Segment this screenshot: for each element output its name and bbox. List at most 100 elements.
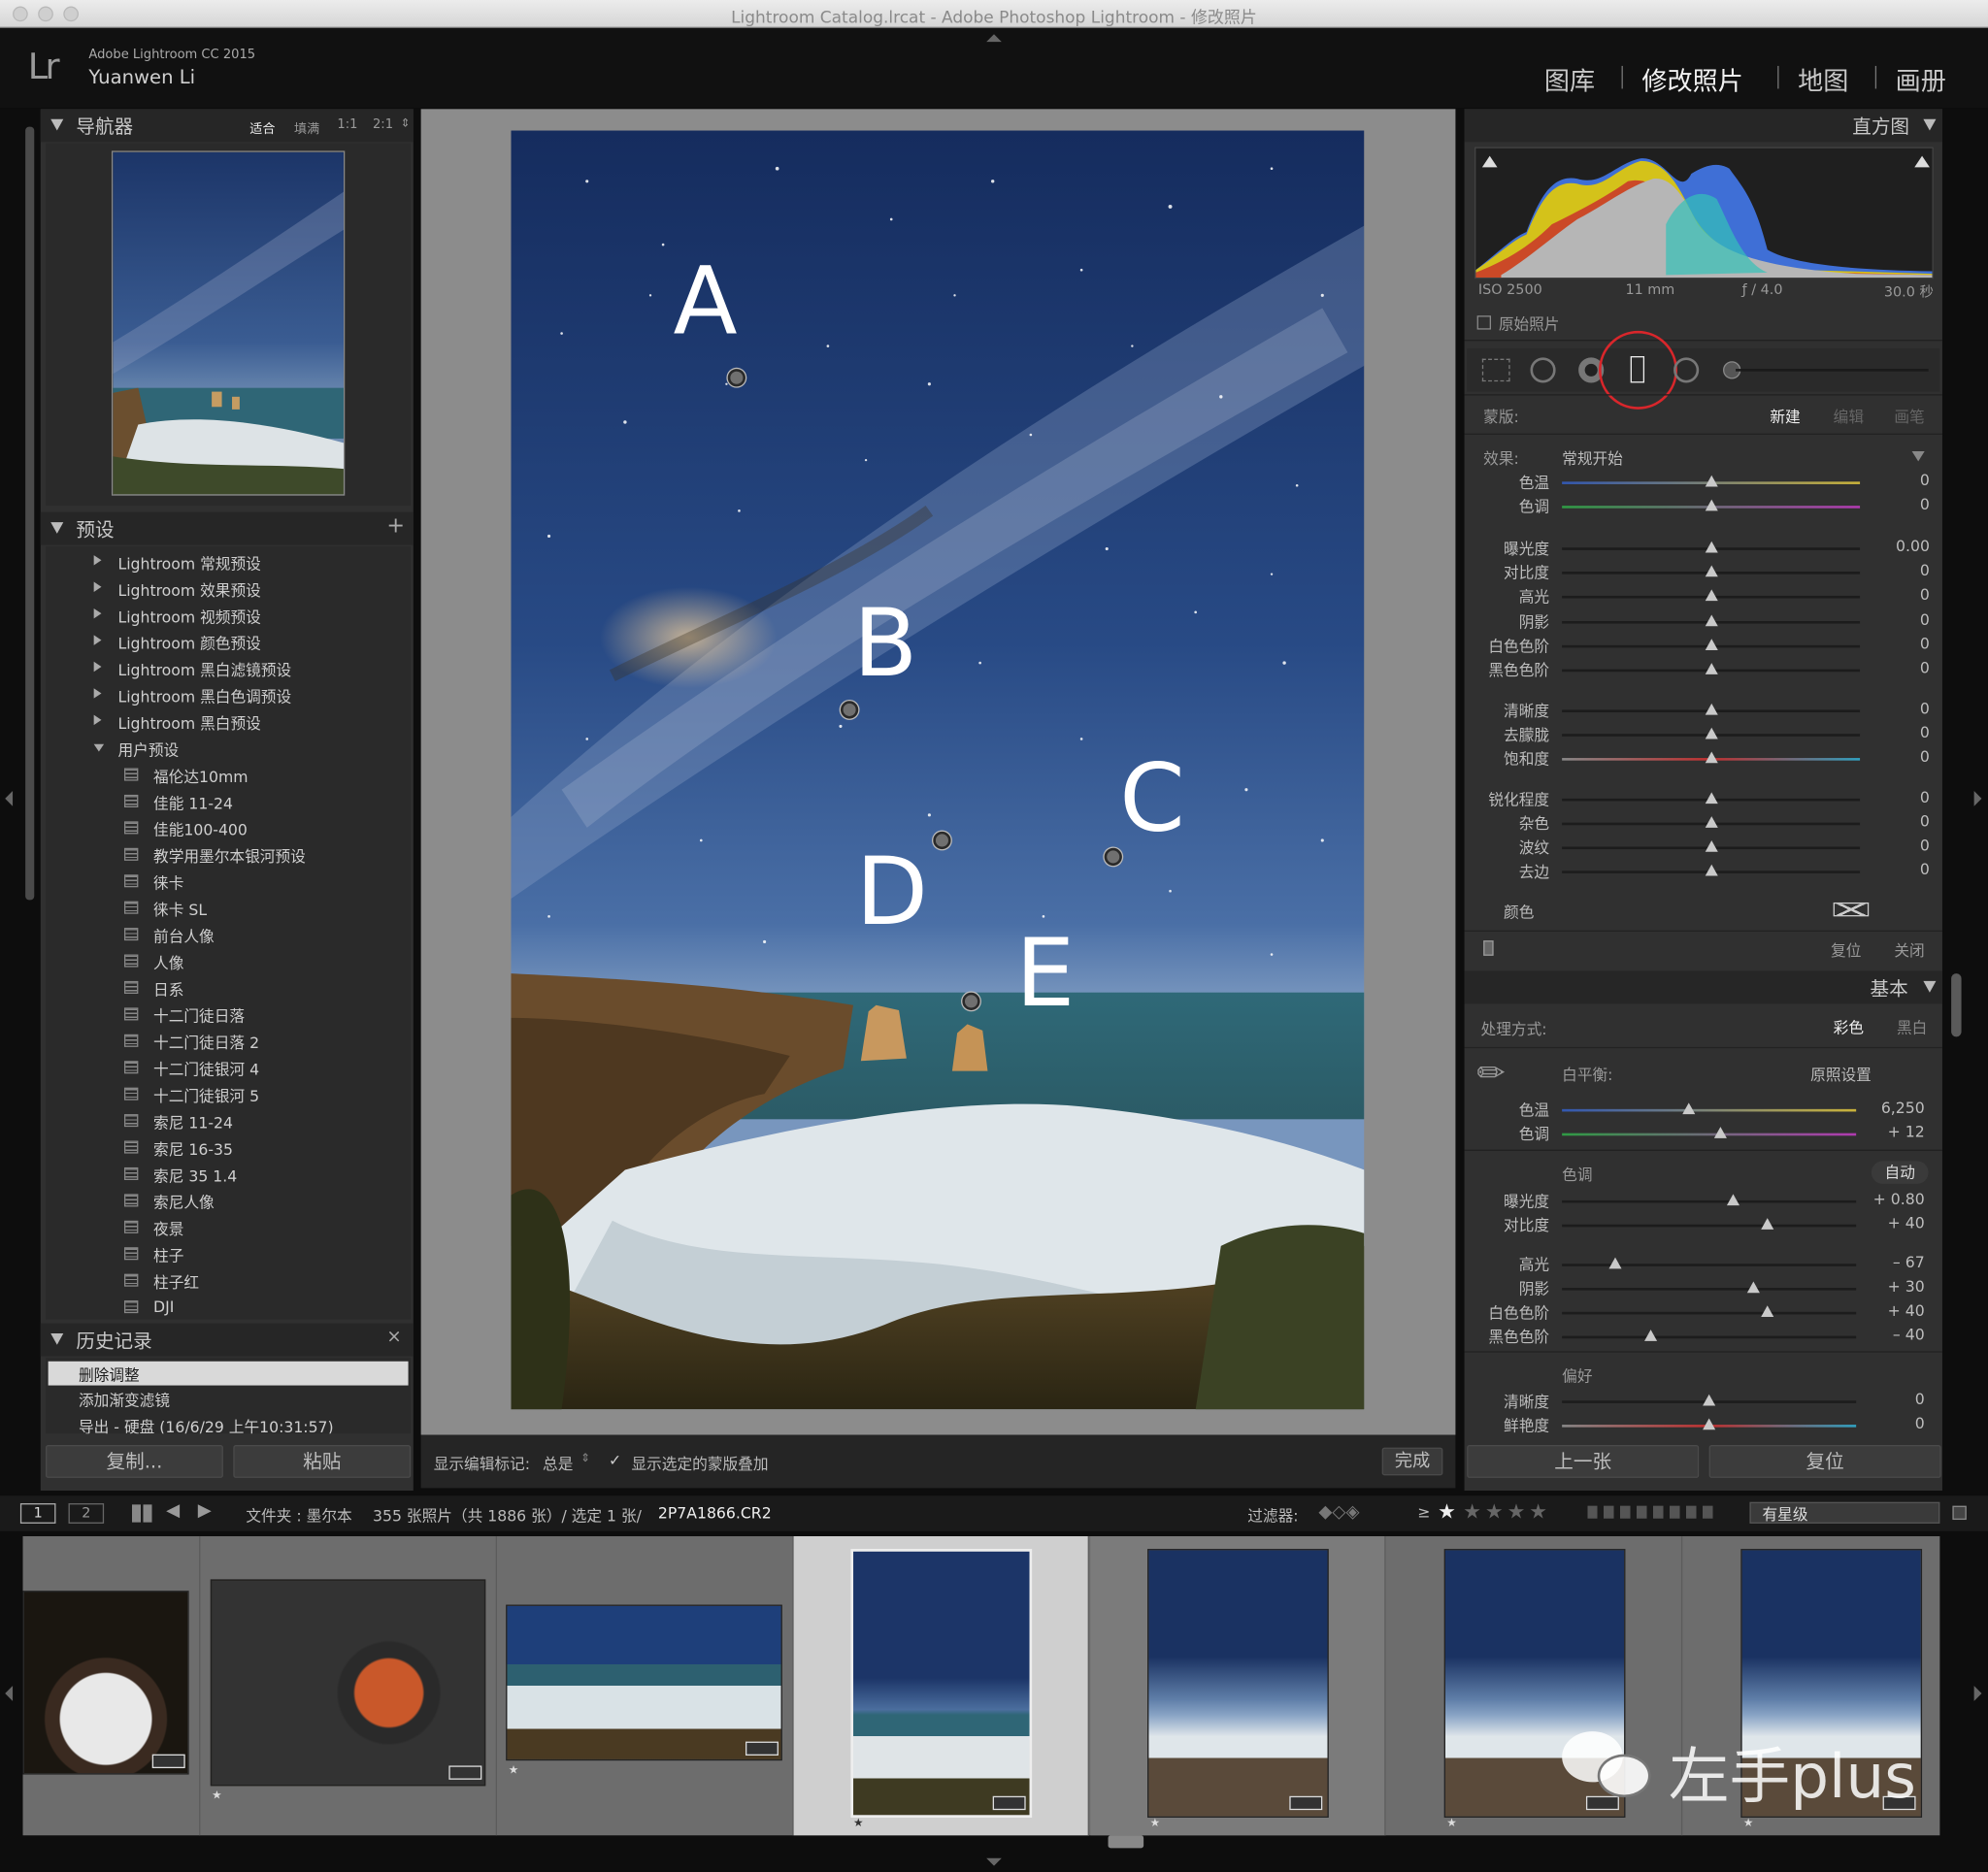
slider-knob[interactable] <box>1643 1330 1657 1341</box>
slider-knob[interactable] <box>1705 589 1718 602</box>
slider-track[interactable] <box>1562 1108 1857 1112</box>
hide-top-panel-icon[interactable] <box>986 34 1002 43</box>
auto-tone-button[interactable]: 自动 <box>1871 1161 1929 1184</box>
slider-knob[interactable] <box>1705 499 1718 511</box>
module-develop[interactable]: 修改照片 <box>1641 61 1742 98</box>
slider-row[interactable]: 杂色 0 <box>1461 812 1942 836</box>
history-item[interactable]: 导出 - 硬盘 (16/6/29 上午10:31:57) <box>79 1416 334 1434</box>
preset-folder[interactable]: Lightroom 黑白滤镜预设 <box>46 655 414 681</box>
slider-knob[interactable] <box>1705 614 1718 627</box>
rating-stars-icon[interactable]: ★★★★ <box>1463 1499 1551 1524</box>
mask-edit[interactable]: 编辑 <box>1834 406 1864 427</box>
overlay-checkbox[interactable]: ✓ <box>609 1452 621 1469</box>
slider-value[interactable]: 0 <box>1854 837 1930 854</box>
slider-value[interactable]: 0 <box>1848 1391 1925 1408</box>
slider-row[interactable]: 鲜艳度 0 <box>1461 1415 1942 1438</box>
slider-row[interactable]: 对比度 + 40 <box>1461 1214 1942 1237</box>
slider-track[interactable] <box>1562 1264 1857 1266</box>
clear-history-icon[interactable]: × <box>386 1328 401 1348</box>
slider-knob[interactable] <box>1705 703 1718 715</box>
slider-knob[interactable] <box>1705 639 1718 651</box>
filter-lock-icon[interactable] <box>1952 1505 1967 1521</box>
slider-knob[interactable] <box>1761 1218 1774 1230</box>
spot-removal-icon[interactable] <box>1530 357 1556 383</box>
slider-row[interactable]: 曝光度 0.00 <box>1461 538 1942 561</box>
slider-value[interactable]: – 67 <box>1848 1254 1925 1271</box>
slider-knob[interactable] <box>1714 1127 1728 1138</box>
slider-track[interactable] <box>1562 1288 1857 1291</box>
basic-header[interactable]: 基本 <box>1464 970 1942 1004</box>
slider-knob[interactable] <box>1703 1418 1716 1430</box>
slider-row[interactable]: 色温 6,250 <box>1461 1099 1942 1122</box>
slider-knob[interactable] <box>1705 816 1718 828</box>
effect-preset-select[interactable]: 常规开始 <box>1562 447 1623 469</box>
slider-row[interactable]: 黑色色阶 0 <box>1461 659 1942 682</box>
slider-track[interactable] <box>1562 1311 1857 1315</box>
color-label-filter[interactable] <box>1587 1505 1714 1519</box>
wb-select[interactable]: 原照设置 <box>1810 1064 1872 1085</box>
slider-knob[interactable] <box>1705 663 1718 674</box>
paste-settings-button[interactable]: 粘贴 <box>233 1444 412 1478</box>
zoom-fit[interactable]: 适合 <box>249 117 275 137</box>
slider-knob[interactable] <box>1705 541 1718 553</box>
slider-row[interactable]: 曝光度 + 0.80 <box>1461 1190 1942 1213</box>
reset-button[interactable]: 复位 <box>1708 1444 1941 1478</box>
slider-knob[interactable] <box>1705 839 1718 852</box>
done-button[interactable]: 完成 <box>1381 1447 1443 1476</box>
slider-row[interactable]: 去朦胧 0 <box>1461 724 1942 747</box>
navigator-preview[interactable] <box>111 150 346 496</box>
user-preset-item[interactable]: 索尼 35 1.4 <box>46 1161 414 1187</box>
zoom-2-1[interactable]: 2:1 <box>373 117 393 131</box>
slider-row[interactable]: 阴影 0 <box>1461 611 1942 635</box>
slider-knob[interactable] <box>1705 565 1718 577</box>
module-book[interactable]: 画册 <box>1896 61 1946 98</box>
slider-value[interactable]: 0 <box>1854 635 1930 652</box>
slider-row[interactable]: 白色色阶 0 <box>1461 635 1942 658</box>
mask-toggle-switch[interactable] <box>1483 940 1494 956</box>
filmstrip-scroll-left-icon[interactable] <box>5 1686 14 1701</box>
rating-operator[interactable]: ≥ <box>1417 1503 1430 1521</box>
gradient-filter-pin[interactable] <box>727 369 746 387</box>
filmstrip-cell[interactable] <box>22 1536 201 1836</box>
histogram[interactable] <box>1474 147 1934 279</box>
slider-knob[interactable] <box>1608 1257 1622 1269</box>
previous-button[interactable]: 上一张 <box>1467 1444 1700 1478</box>
slider-value[interactable]: 0.00 <box>1854 538 1930 555</box>
crop-tool-icon[interactable] <box>1481 358 1510 382</box>
user-preset-item[interactable]: 柱子红 <box>46 1267 414 1294</box>
filmstrip-scroll-right-icon[interactable] <box>1973 1686 1982 1701</box>
gradient-filter-pin[interactable] <box>962 992 980 1010</box>
presets-header[interactable]: 预设 + <box>40 511 414 545</box>
slider-row[interactable]: 去边 0 <box>1461 861 1942 884</box>
preset-folder[interactable]: Lightroom 效果预设 <box>46 575 414 602</box>
slider-row[interactable]: 清晰度 0 <box>1461 1391 1942 1414</box>
module-library[interactable]: 图库 <box>1544 61 1595 98</box>
user-preset-item[interactable]: 前台人像 <box>46 922 414 948</box>
source-folder[interactable]: 文件夹 : 墨尔本 <box>246 1504 351 1526</box>
preset-folder[interactable]: Lightroom 常规预设 <box>46 549 414 575</box>
mask-reset[interactable]: 复位 <box>1831 939 1861 961</box>
filmstrip-scrollbar[interactable] <box>1108 1835 1144 1849</box>
slider-knob[interactable] <box>1681 1102 1695 1115</box>
slider-value[interactable]: 0 <box>1854 585 1930 603</box>
slider-row[interactable]: 对比度 0 <box>1461 562 1942 585</box>
original-photo-checkbox[interactable] <box>1476 315 1491 330</box>
mask-brush[interactable]: 画笔 <box>1894 406 1924 427</box>
slider-row[interactable]: 清晰度 0 <box>1461 700 1942 723</box>
slider-value[interactable]: 0 <box>1854 861 1930 878</box>
slider-track[interactable] <box>1562 1133 1857 1136</box>
preset-folder[interactable]: Lightroom 视频预设 <box>46 602 414 628</box>
zoom-stepper-icon[interactable]: ⇕ <box>401 117 411 130</box>
user-preset-item[interactable]: 徕卡 <box>46 869 414 895</box>
slider-row[interactable]: 黑色色阶 – 40 <box>1461 1326 1942 1349</box>
slider-value[interactable]: + 30 <box>1848 1278 1925 1296</box>
module-map[interactable]: 地图 <box>1798 61 1848 98</box>
slider-row[interactable]: 色调 + 12 <box>1461 1123 1942 1146</box>
slider-knob[interactable] <box>1703 1394 1716 1406</box>
slider-row[interactable]: 波纹 0 <box>1461 837 1942 860</box>
slider-row[interactable]: 色调 0 <box>1461 496 1942 519</box>
zoom-1-1[interactable]: 1:1 <box>337 117 357 131</box>
preset-folder-user[interactable]: 用户预设 <box>46 736 414 762</box>
slider-value[interactable]: – 40 <box>1848 1326 1925 1343</box>
slider-knob[interactable] <box>1705 792 1718 805</box>
